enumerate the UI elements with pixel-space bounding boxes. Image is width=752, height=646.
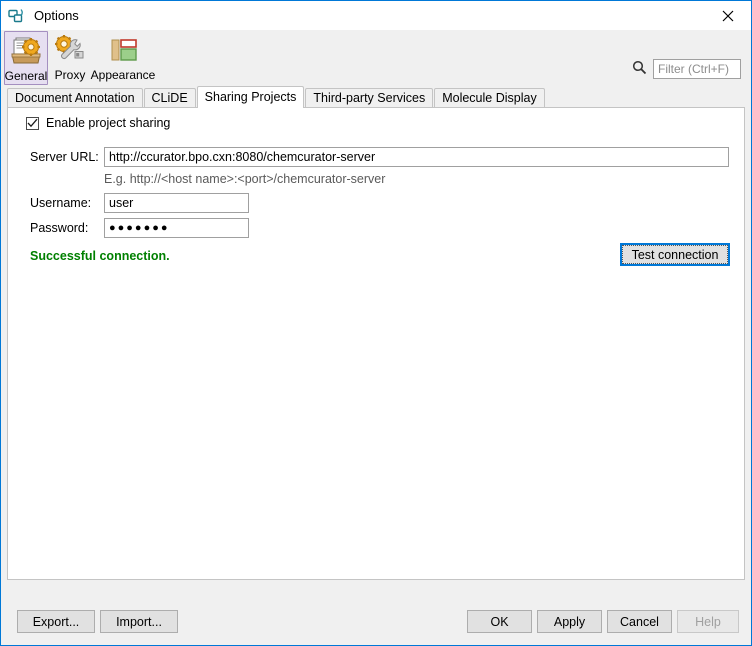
toolbar-item-general[interactable]: General bbox=[4, 31, 48, 85]
server-url-row: Server URL: bbox=[30, 147, 729, 167]
test-connection-button[interactable]: Test connection bbox=[620, 243, 730, 266]
toolbar-item-appearance-label: Appearance bbox=[91, 68, 156, 82]
password-row: Password: ●●●●●●● bbox=[30, 218, 249, 238]
username-label: Username: bbox=[30, 196, 104, 210]
enable-project-sharing-row[interactable]: Enable project sharing bbox=[26, 116, 170, 130]
category-toolbar: General bbox=[1, 30, 751, 87]
toolbar-item-general-label: General bbox=[5, 69, 48, 83]
password-label: Password: bbox=[30, 221, 104, 235]
toolbar-item-appearance[interactable]: Appearance bbox=[92, 31, 154, 85]
import-button[interactable]: Import... bbox=[100, 610, 178, 633]
appearance-layout-icon bbox=[106, 34, 140, 66]
tab-strip: Document Annotation CLiDE Sharing Projec… bbox=[7, 87, 745, 108]
filter-area bbox=[632, 59, 741, 79]
cancel-button[interactable]: Cancel bbox=[607, 610, 672, 633]
tab-clide[interactable]: CLiDE bbox=[144, 88, 196, 107]
general-settings-icon bbox=[9, 35, 43, 67]
help-button: Help bbox=[677, 610, 739, 633]
enable-project-sharing-label: Enable project sharing bbox=[46, 116, 170, 130]
tab-document-annotation[interactable]: Document Annotation bbox=[7, 88, 143, 107]
test-connection-label: Test connection bbox=[622, 245, 728, 264]
ok-button[interactable]: OK bbox=[467, 610, 532, 633]
export-button-label: Export... bbox=[33, 615, 80, 629]
toolbar-item-proxy-label: Proxy bbox=[55, 68, 86, 82]
connection-status-message: Successful connection. bbox=[30, 249, 170, 263]
filter-input[interactable] bbox=[653, 59, 741, 79]
apply-button-label: Apply bbox=[554, 615, 585, 629]
proxy-wrench-gear-icon bbox=[53, 34, 87, 66]
username-row: Username: bbox=[30, 193, 249, 213]
server-url-input[interactable] bbox=[104, 147, 729, 167]
cancel-button-label: Cancel bbox=[620, 615, 659, 629]
import-button-label: Import... bbox=[116, 615, 162, 629]
search-icon[interactable] bbox=[632, 60, 647, 78]
password-masked-value: ●●●●●●● bbox=[109, 222, 170, 234]
enable-project-sharing-checkbox[interactable] bbox=[26, 117, 39, 130]
dialog-button-bar: Export... Import... OK Apply Cancel Help bbox=[1, 599, 751, 645]
sharing-projects-panel: Enable project sharing Server URL: E.g. … bbox=[7, 108, 745, 580]
username-input[interactable] bbox=[104, 193, 249, 213]
server-url-hint: E.g. http://<host name>:<port>/chemcurat… bbox=[104, 172, 385, 186]
export-button[interactable]: Export... bbox=[17, 610, 95, 633]
tab-third-party-services[interactable]: Third-party Services bbox=[305, 88, 433, 107]
window-title: Options bbox=[34, 8, 79, 23]
ok-button-label: OK bbox=[490, 615, 508, 629]
options-dialog: Options bbox=[0, 0, 752, 646]
tab-molecule-display[interactable]: Molecule Display bbox=[434, 88, 544, 107]
checkmark-icon bbox=[27, 118, 38, 128]
tab-sharing-projects[interactable]: Sharing Projects bbox=[197, 86, 305, 108]
apply-button[interactable]: Apply bbox=[537, 610, 602, 633]
options-window-icon bbox=[8, 7, 26, 25]
server-url-label: Server URL: bbox=[30, 150, 104, 164]
close-button[interactable] bbox=[705, 1, 751, 30]
title-bar: Options bbox=[1, 0, 751, 30]
toolbar-item-proxy[interactable]: Proxy bbox=[48, 31, 92, 85]
help-button-label: Help bbox=[695, 615, 721, 629]
close-icon bbox=[722, 10, 734, 22]
password-input[interactable]: ●●●●●●● bbox=[104, 218, 249, 238]
